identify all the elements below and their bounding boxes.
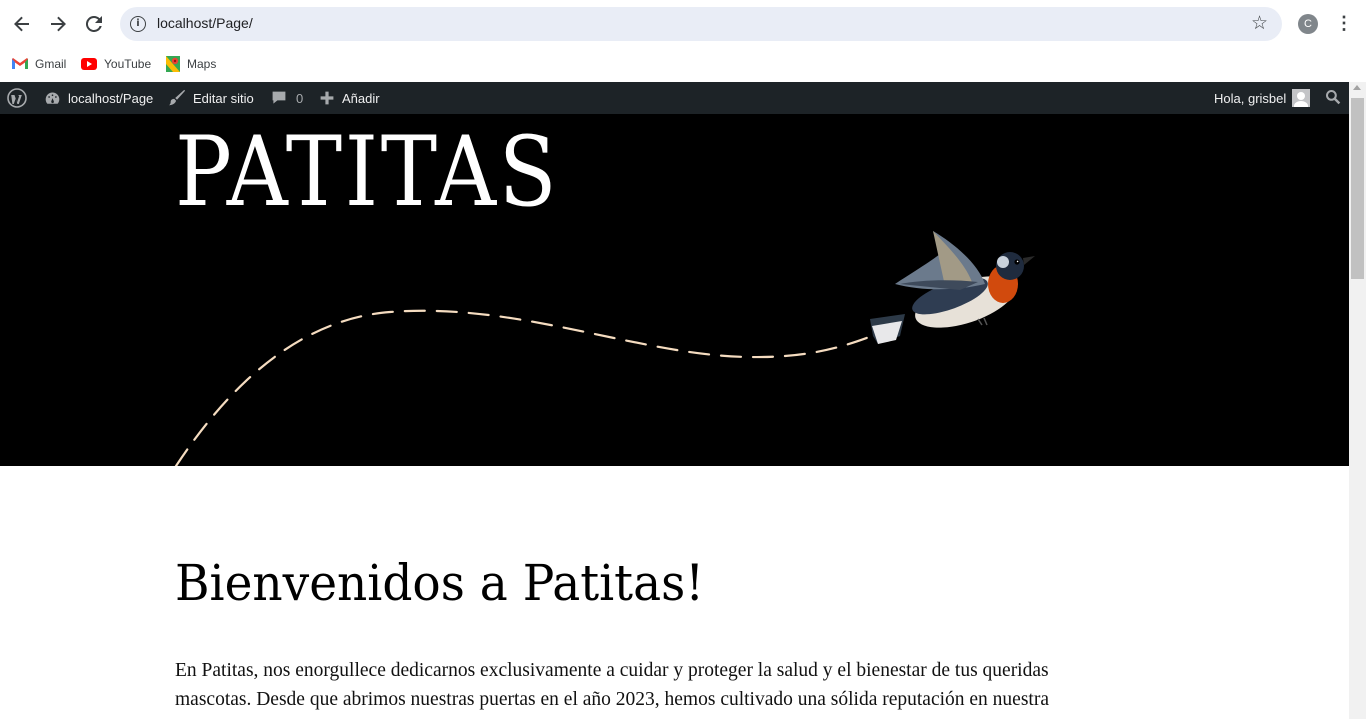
bookmarks-bar: Gmail YouTube Maps xyxy=(0,48,1366,82)
edit-site-label: Editar sitio xyxy=(193,90,254,106)
bookmark-star-icon[interactable]: ☆ xyxy=(1251,12,1268,34)
reload-button[interactable] xyxy=(80,10,108,38)
wordpress-logo-icon xyxy=(7,88,27,108)
forward-arrow-icon xyxy=(51,16,66,32)
dashboard-gauge-icon xyxy=(44,90,61,107)
admin-search[interactable] xyxy=(1325,82,1341,114)
browser-toolbar: i localhost/Page/ ☆ C ⋮ xyxy=(0,0,1366,48)
plus-icon xyxy=(319,90,335,106)
browser-menu-icon[interactable]: ⋮ xyxy=(1332,11,1356,35)
page-scrollbar[interactable] xyxy=(1349,82,1366,719)
wp-logo-menu[interactable] xyxy=(7,82,34,114)
edit-site-link[interactable]: Editar sitio xyxy=(168,82,254,114)
site-info-icon[interactable]: i xyxy=(130,16,146,32)
bookmark-label: YouTube xyxy=(104,57,152,71)
greeting-text: Hola, grisbel xyxy=(1214,90,1287,106)
dashed-flight-path xyxy=(174,309,874,466)
bookmark-gmail[interactable]: Gmail xyxy=(12,53,66,75)
comments-count: 0 xyxy=(296,90,304,106)
my-account-menu[interactable]: Hola, grisbel xyxy=(1214,82,1311,114)
site-name-menu[interactable]: localhost/Page xyxy=(44,82,153,114)
back-arrow-icon xyxy=(14,16,29,32)
reload-icon xyxy=(86,16,102,32)
forward-button[interactable] xyxy=(44,10,72,38)
main-content: Bienvenidos a Patitas! En Patitas, nos e… xyxy=(0,466,1349,719)
page-title: Bienvenidos a Patitas! xyxy=(175,554,705,612)
comments-link[interactable]: 0 xyxy=(271,82,303,114)
back-button[interactable] xyxy=(8,10,36,38)
scroll-up-arrow-icon[interactable] xyxy=(1353,85,1361,90)
intro-paragraph: En Patitas, nos enorgullece dedicarnos e… xyxy=(175,660,1049,710)
comment-bubble-icon xyxy=(271,90,287,106)
hero-illustration xyxy=(174,231,1035,466)
bookmark-youtube[interactable]: YouTube xyxy=(81,53,151,75)
bookmark-label: Gmail xyxy=(35,57,67,71)
user-avatar xyxy=(1292,89,1311,107)
paintbrush-icon xyxy=(168,89,186,107)
bird-icon xyxy=(870,231,1035,344)
site-name-label: localhost/Page xyxy=(68,90,154,106)
wp-admin-bar: localhost/Page Editar sitio 0 Añadir Hol… xyxy=(0,82,1349,114)
bookmark-label: Maps xyxy=(187,57,217,71)
add-new-label: Añadir xyxy=(342,90,380,106)
profile-avatar[interactable]: C xyxy=(1298,14,1318,34)
url-text[interactable]: localhost/Page/ xyxy=(157,15,253,31)
bookmark-maps[interactable]: Maps xyxy=(166,53,216,75)
search-icon xyxy=(1325,89,1341,108)
site-header: PATITAS xyxy=(0,114,1349,466)
maps-icon xyxy=(166,56,180,72)
add-new-menu[interactable]: Añadir xyxy=(319,82,380,114)
scroll-thumb[interactable] xyxy=(1351,98,1364,279)
address-bar[interactable]: i localhost/Page/ ☆ xyxy=(120,7,1282,41)
gmail-icon xyxy=(12,58,28,70)
youtube-icon xyxy=(81,58,97,70)
